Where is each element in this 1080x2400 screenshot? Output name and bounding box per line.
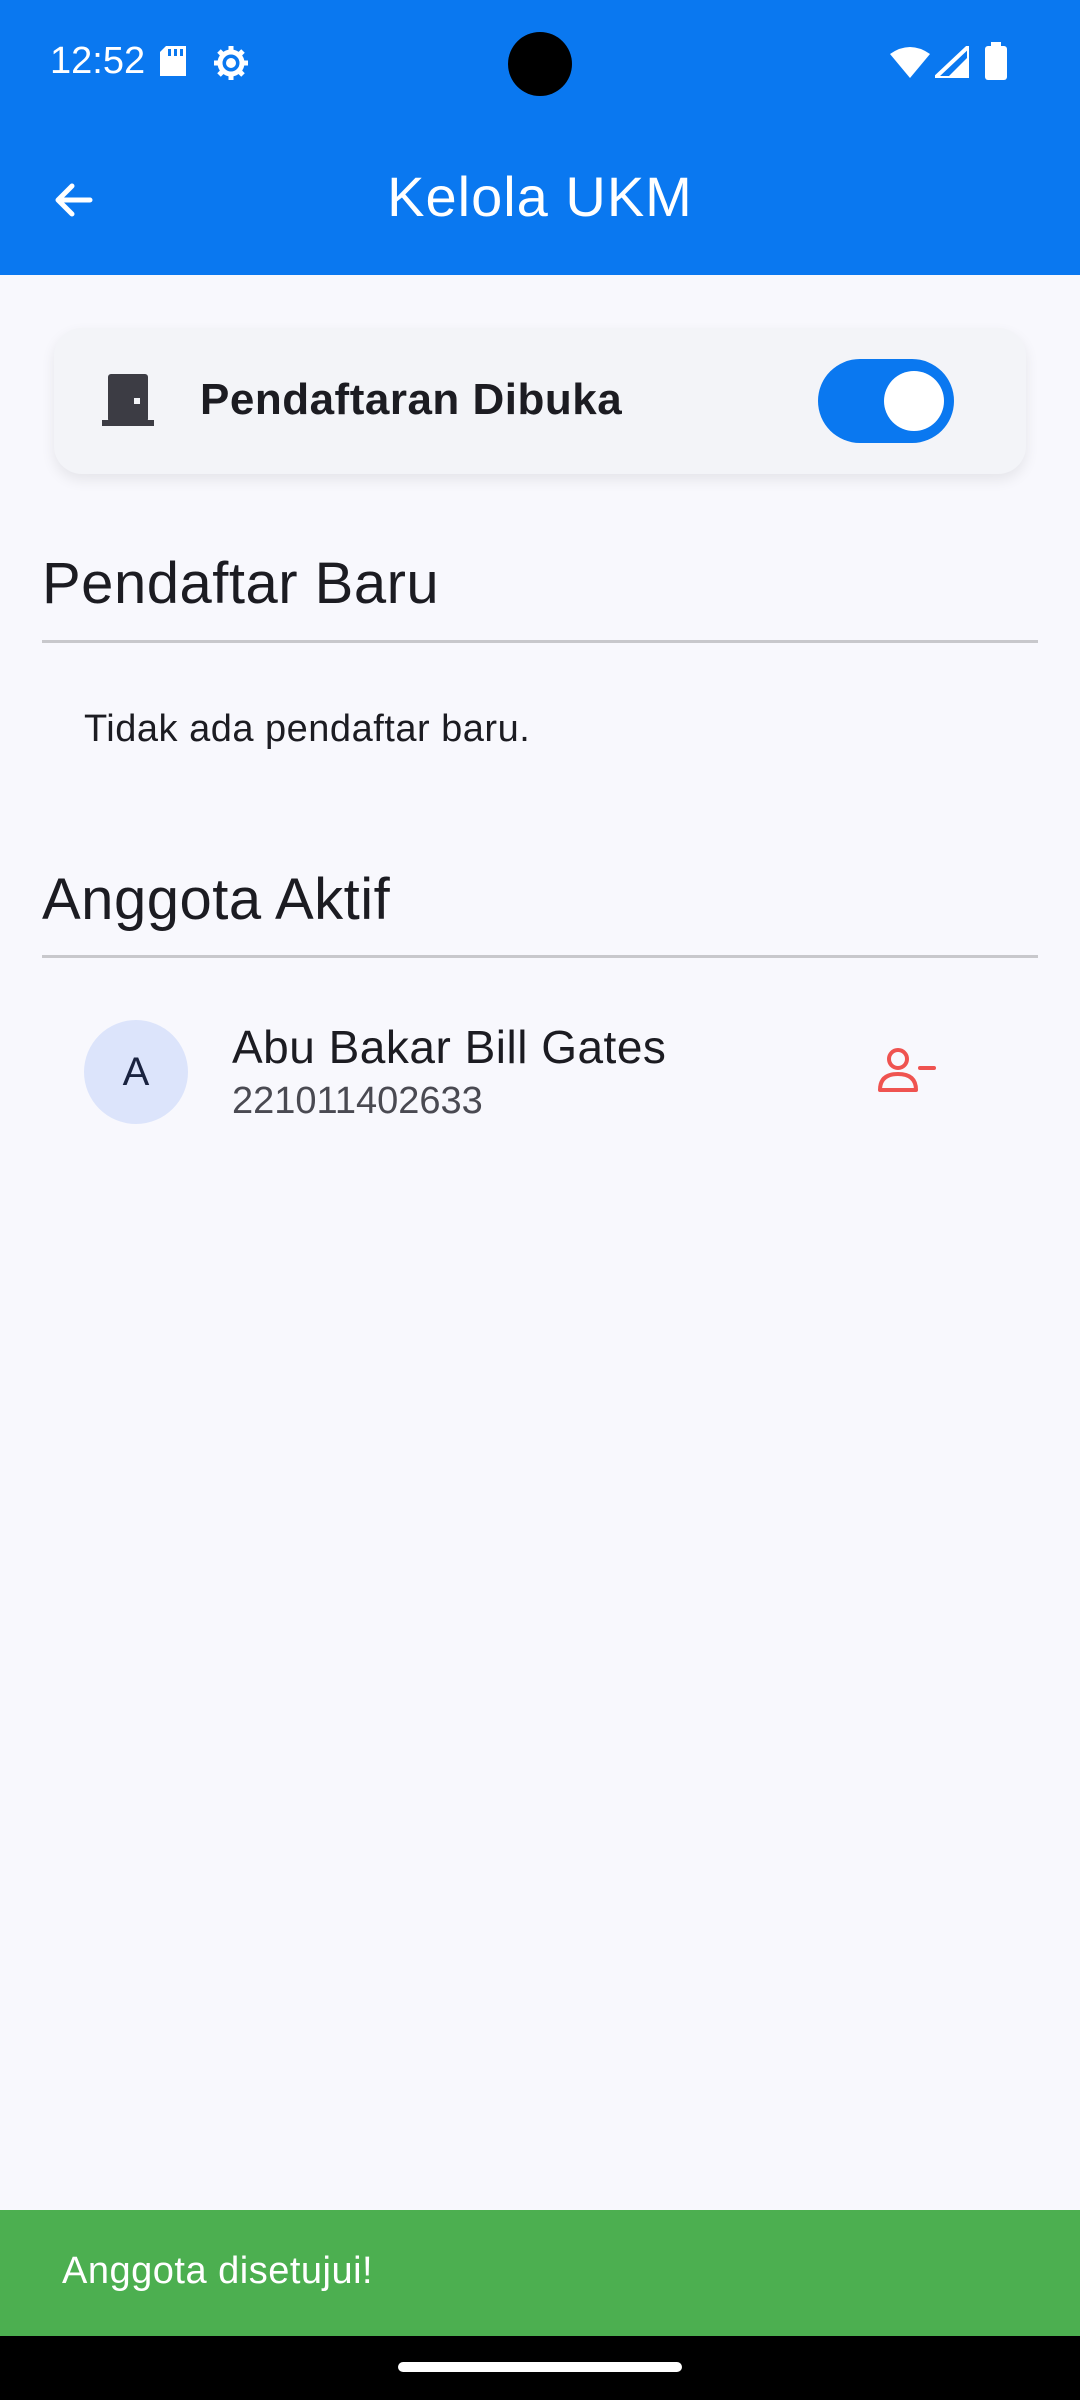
wifi-icon	[890, 46, 930, 83]
toggle-knob	[884, 371, 944, 431]
gear-icon	[212, 44, 250, 87]
snackbar: Anggota disetujui!	[0, 2210, 1080, 2336]
registration-toggle[interactable]	[818, 359, 954, 443]
remove-user-icon	[876, 1046, 936, 1099]
status-bar: 12:52	[0, 0, 1080, 128]
empty-state-text: Tidak ada pendaftar baru.	[84, 708, 531, 750]
member-id: 221011402633	[232, 1080, 483, 1122]
camera-cutout	[508, 32, 572, 96]
divider	[42, 640, 1038, 643]
status-time: 12:52	[50, 40, 146, 82]
divider	[42, 955, 1038, 958]
door-icon	[98, 372, 158, 433]
signal-icon	[929, 41, 971, 83]
snackbar-message: Anggota disetujui!	[62, 2250, 374, 2292]
section-title-active-members: Anggota Aktif	[42, 867, 391, 932]
registration-label: Pendaftaran Dibuka	[200, 375, 623, 424]
member-name: Abu Bakar Bill Gates	[232, 1021, 667, 1073]
navigation-bar	[0, 2336, 1080, 2400]
avatar: A	[84, 1020, 188, 1124]
page-title: Kelola UKM	[387, 165, 693, 228]
list-item[interactable]: A Abu Bakar Bill Gates 221011402633	[42, 1000, 1038, 1150]
section-title-new-applicants: Pendaftar Baru	[42, 551, 440, 616]
registration-card: Pendaftaran Dibuka	[54, 328, 1026, 474]
remove-member-button[interactable]	[872, 1038, 940, 1106]
home-gesture-handle[interactable]	[398, 2362, 682, 2372]
sd-card-icon	[160, 46, 186, 81]
battery-icon	[985, 42, 1007, 85]
app-bar: Kelola UKM	[0, 128, 1080, 275]
